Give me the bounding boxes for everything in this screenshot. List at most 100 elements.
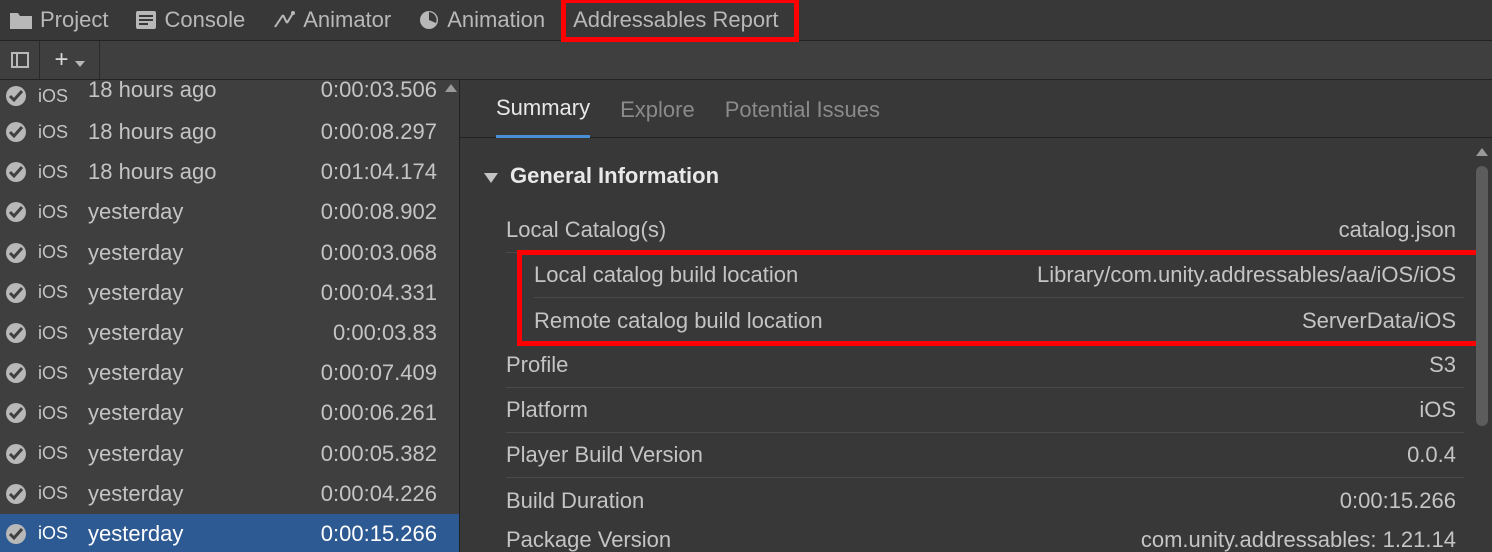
plus-icon: + (54, 46, 68, 74)
checkmark-icon (4, 120, 28, 144)
info-label: Platform (506, 397, 588, 423)
general-info-table: Local Catalog(s) catalog.json Local cata… (506, 208, 1464, 523)
editor-tab-bar: Project Console Animator Animation Addre… (0, 0, 1492, 40)
checkmark-icon (4, 321, 28, 345)
scrollbar[interactable] (443, 80, 459, 552)
info-row-package-version: Package Version com.unity.addressables: … (506, 523, 1464, 552)
info-label: Local catalog build location (534, 262, 798, 288)
build-list[interactable]: iOS18 hours ago0:00:03.506iOS18 hours ag… (0, 80, 459, 552)
build-row[interactable]: iOSyesterday0:00:03.83 (0, 313, 459, 353)
build-duration: 0:00:03.068 (288, 240, 459, 266)
info-value: iOS (1419, 397, 1456, 423)
build-row[interactable]: iOS 18 hours ago 0:00:03.506 (0, 80, 459, 112)
tab-explore[interactable]: Explore (620, 97, 695, 137)
checkmark-icon (4, 361, 28, 385)
tab-addressables-report[interactable]: Addressables Report (563, 0, 796, 40)
build-duration: 0:01:04.174 (288, 159, 459, 185)
build-time: yesterday (88, 280, 278, 306)
info-label: Player Build Version (506, 442, 703, 468)
build-duration: 0:00:04.331 (288, 280, 459, 306)
scrollbar-thumb[interactable] (1476, 166, 1488, 426)
scroll-up-arrow-icon[interactable] (443, 80, 459, 96)
build-platform: iOS (38, 403, 78, 424)
detail-panel: Summary Explore Potential Issues General… (460, 80, 1492, 552)
build-row[interactable]: iOS18 hours ago0:01:04.174 (0, 152, 459, 192)
build-platform: iOS (38, 122, 78, 143)
info-value: com.unity.addressables: 1.21.14 (1141, 527, 1456, 552)
info-value: 0.0.4 (1407, 442, 1456, 468)
info-row-platform: Platform iOS (506, 388, 1464, 433)
checkmark-icon (4, 522, 28, 546)
info-row-local-catalogs: Local Catalog(s) catalog.json (506, 208, 1464, 253)
build-row[interactable]: iOSyesterday0:00:08.902 (0, 192, 459, 232)
build-row[interactable]: iOSyesterday0:00:04.331 (0, 273, 459, 313)
foldout-caret-icon (484, 163, 498, 189)
build-duration: 0:00:08.297 (288, 119, 459, 145)
tab-label: Addressables Report (573, 7, 778, 33)
build-time: yesterday (88, 441, 278, 467)
checkmark-icon (4, 442, 28, 466)
section-title: General Information (510, 163, 719, 189)
info-row-remote-build-location: Remote catalog build location ServerData… (534, 298, 1464, 343)
build-duration: 0:00:06.261 (288, 400, 459, 426)
build-time: yesterday (88, 481, 278, 507)
animation-icon (419, 10, 439, 30)
build-platform: iOS (38, 363, 78, 384)
build-duration: 0:00:15.266 (288, 521, 459, 547)
tab-label: Project (40, 7, 108, 33)
tab-project[interactable]: Project (0, 0, 126, 40)
checkmark-icon (4, 84, 28, 108)
build-row[interactable]: iOSyesterday0:00:04.226 (0, 474, 459, 514)
build-list-panel: iOS18 hours ago0:00:03.506iOS18 hours ag… (0, 80, 460, 552)
info-row-player-build-version: Player Build Version 0.0.4 (506, 433, 1464, 478)
build-row[interactable]: iOS yesterday 0:00:05.382 (0, 434, 459, 474)
tab-potential-issues[interactable]: Potential Issues (725, 97, 880, 137)
info-row-build-duration: Build Duration 0:00:15.266 (506, 478, 1464, 523)
build-row[interactable]: iOS 18 hours ago 0:00:08.297 (0, 112, 459, 152)
build-time: yesterday (88, 199, 278, 225)
info-value: S3 (1429, 352, 1456, 378)
checkmark-icon (4, 281, 28, 305)
build-row[interactable]: iOSyesterday0:00:06.261 (0, 393, 459, 433)
tab-animation[interactable]: Animation (409, 0, 563, 40)
animator-icon (273, 11, 295, 29)
info-label: Build Duration (506, 488, 644, 514)
checkmark-icon (4, 200, 28, 224)
info-value: 0:00:15.266 (1340, 488, 1456, 514)
build-duration: 0:00:08.902 (288, 199, 459, 225)
build-duration: 0:00:03.506 (288, 80, 459, 103)
build-time: yesterday (88, 360, 278, 386)
tab-animator[interactable]: Animator (263, 0, 409, 40)
main-area: iOS18 hours ago0:00:03.506iOS18 hours ag… (0, 80, 1492, 552)
panel-layout-icon[interactable] (0, 41, 40, 79)
build-time: 18 hours ago (88, 80, 278, 103)
checkmark-icon (4, 160, 28, 184)
build-row[interactable]: iOSyesterday0:00:03.068 (0, 233, 459, 273)
scrollbar[interactable] (1474, 138, 1490, 552)
add-button[interactable]: + (40, 41, 100, 79)
section-general-information[interactable]: General Information (478, 156, 1464, 196)
info-value: ServerData/iOS (1302, 308, 1456, 334)
build-duration: 0:00:05.382 (288, 441, 459, 467)
build-row[interactable]: iOSyesterday0:00:07.409 (0, 353, 459, 393)
tab-label: Animation (447, 7, 545, 33)
detail-tabs: Summary Explore Potential Issues (460, 80, 1492, 138)
info-label: Profile (506, 352, 568, 378)
build-platform: iOS (38, 443, 78, 464)
build-platform: iOS (38, 162, 78, 183)
tab-console[interactable]: Console (126, 0, 263, 40)
scroll-up-arrow-icon[interactable] (1474, 144, 1490, 160)
build-platform: iOS (38, 323, 78, 344)
build-platform: iOS (38, 523, 78, 544)
build-time: yesterday (88, 320, 278, 346)
console-icon (136, 11, 156, 29)
build-time: 18 hours ago (88, 119, 278, 145)
dropdown-caret-icon (75, 46, 85, 74)
info-value: catalog.json (1339, 217, 1456, 243)
build-platform: iOS (38, 86, 78, 107)
tab-label: Console (164, 7, 245, 33)
toolbar: + (0, 40, 1492, 80)
tab-summary[interactable]: Summary (496, 95, 590, 138)
build-row[interactable]: iOSyesterday0:00:15.266 (0, 514, 459, 552)
build-platform: iOS (38, 483, 78, 504)
